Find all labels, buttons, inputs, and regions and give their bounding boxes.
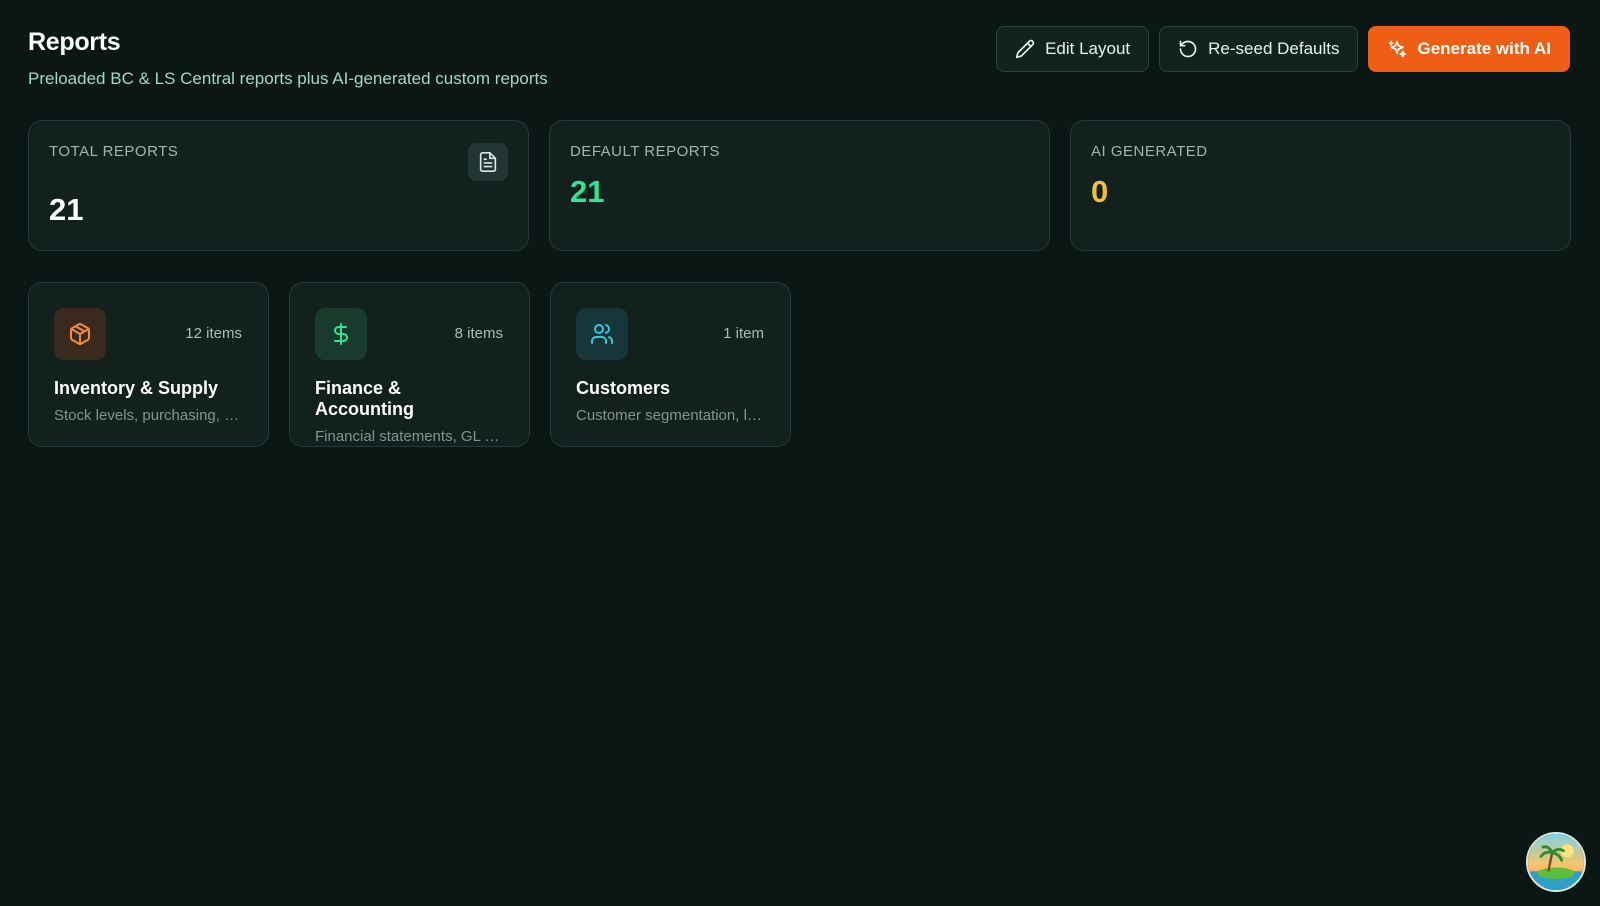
stat-value: 21 bbox=[49, 192, 84, 227]
category-grid: 12 items Inventory & Supply Stock levels… bbox=[28, 282, 791, 447]
category-description: Financial statements, GL entries and mor… bbox=[315, 428, 504, 445]
category-description: Stock levels, purchasing, suppliers and … bbox=[54, 407, 243, 424]
category-title: Customers bbox=[576, 378, 671, 398]
stats-row: TOTAL REPORTS 21 DEFAULT REPORTS 21 AI G… bbox=[28, 120, 1571, 251]
category-card-customers[interactable]: 1 item Customers Customer segmentation, … bbox=[550, 282, 791, 447]
edit-layout-label: Edit Layout bbox=[1045, 39, 1131, 58]
category-card-inventory-supply[interactable]: 12 items Inventory & Supply Stock levels… bbox=[28, 282, 269, 447]
category-description: Customer segmentation, loyalty and more bbox=[576, 407, 765, 424]
stat-card-total-reports: TOTAL REPORTS 21 bbox=[28, 120, 529, 251]
stat-value: 0 bbox=[1091, 174, 1109, 209]
users-icon bbox=[576, 308, 628, 360]
page-subtitle: Preloaded BC & LS Central reports plus A… bbox=[28, 69, 548, 88]
category-count: 1 item bbox=[723, 325, 764, 342]
stat-label: AI GENERATED bbox=[1091, 143, 1208, 160]
stat-label: TOTAL REPORTS bbox=[49, 143, 179, 160]
generate-with-ai-label: Generate with AI bbox=[1417, 39, 1551, 58]
stat-label: DEFAULT REPORTS bbox=[570, 143, 721, 160]
stat-card-default-reports: DEFAULT REPORTS 21 bbox=[549, 120, 1050, 251]
category-title: Finance & Accounting bbox=[315, 378, 414, 419]
generate-with-ai-button[interactable]: Generate with AI bbox=[1368, 26, 1570, 72]
header-actions: Edit Layout Re-seed Defaults Generate wi… bbox=[996, 26, 1570, 72]
island-avatar-icon bbox=[1528, 834, 1584, 890]
box-icon bbox=[54, 308, 106, 360]
reseed-defaults-button[interactable]: Re-seed Defaults bbox=[1159, 26, 1359, 72]
avatar[interactable] bbox=[1526, 832, 1586, 892]
document-icon bbox=[468, 143, 508, 181]
pencil-icon bbox=[1015, 39, 1035, 59]
stat-card-ai-generated: AI GENERATED 0 bbox=[1070, 120, 1571, 251]
page-header: Reports Preloaded BC & LS Central report… bbox=[28, 28, 548, 89]
reseed-defaults-label: Re-seed Defaults bbox=[1208, 39, 1340, 58]
page-title: Reports bbox=[28, 28, 121, 56]
category-card-finance-accounting[interactable]: 8 items Finance & Accounting Financial s… bbox=[289, 282, 530, 447]
sparkles-icon bbox=[1389, 40, 1407, 58]
reports-page: Reports Preloaded BC & LS Central report… bbox=[0, 0, 1600, 906]
category-title: Inventory & Supply bbox=[54, 378, 219, 398]
stat-value: 21 bbox=[570, 174, 605, 209]
dollar-icon bbox=[315, 308, 367, 360]
edit-layout-button[interactable]: Edit Layout bbox=[996, 26, 1150, 72]
category-count: 12 items bbox=[185, 325, 242, 342]
rotate-ccw-icon bbox=[1179, 40, 1197, 58]
category-count: 8 items bbox=[454, 325, 503, 342]
